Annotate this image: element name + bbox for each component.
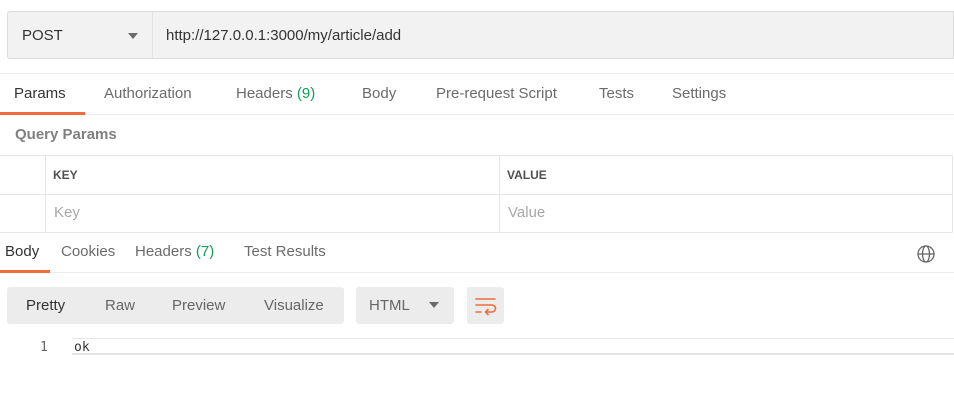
params-table: KEY VALUE Key Value: [0, 155, 953, 233]
tab-pre-request-script[interactable]: Pre-request Script: [436, 74, 557, 115]
tab-authorization[interactable]: Authorization: [104, 74, 192, 115]
url-input[interactable]: http://127.0.0.1:3000/my/article/add: [152, 11, 954, 59]
format-select[interactable]: HTML: [356, 287, 454, 324]
view-mode-pretty[interactable]: Pretty: [26, 287, 65, 324]
tab-label: Headers: [236, 85, 293, 102]
view-mode-preview[interactable]: Preview: [172, 287, 225, 324]
tab-label: Settings: [672, 85, 727, 102]
format-label: HTML: [369, 297, 410, 314]
key-input[interactable]: Key: [54, 204, 80, 221]
response-tabs: Body Cookies Headers (7) Test Results: [0, 233, 954, 273]
tab-cookies[interactable]: Cookies: [61, 233, 115, 272]
view-mode-visualize[interactable]: Visualize: [264, 287, 324, 324]
value-input[interactable]: Value: [508, 204, 545, 221]
current-line-highlight: [72, 338, 954, 355]
response-text: ok: [74, 340, 90, 355]
tab-label: Body: [5, 243, 40, 260]
tab-params[interactable]: Params: [14, 74, 66, 115]
value-column-header: VALUE: [507, 168, 547, 182]
tab-response-headers[interactable]: Headers (7): [135, 233, 214, 272]
request-tabs: Params Authorization Headers (9) Body Pr…: [0, 73, 954, 115]
wrap-lines-icon: [475, 298, 497, 316]
query-params-title: Query Params: [15, 126, 117, 143]
url-text: http://127.0.0.1:3000/my/article/add: [166, 26, 402, 44]
tab-label: Body: [362, 85, 397, 102]
tab-count: (9): [296, 85, 316, 102]
chevron-down-icon: [429, 302, 439, 308]
key-column-header: KEY: [53, 168, 78, 182]
globe-icon[interactable]: [916, 244, 936, 264]
chevron-down-icon: [128, 33, 138, 39]
view-mode-raw[interactable]: Raw: [105, 287, 135, 324]
wrap-lines-button[interactable]: [467, 287, 504, 324]
method-select[interactable]: POST: [7, 11, 152, 59]
tab-label: Cookies: [61, 243, 116, 260]
tab-label: Pre-request Script: [436, 85, 557, 102]
tab-tests[interactable]: Tests: [599, 74, 634, 115]
tab-body[interactable]: Body: [362, 74, 396, 115]
row-divider: [0, 194, 952, 195]
tab-settings[interactable]: Settings: [672, 74, 726, 115]
view-mode-selector: Pretty Raw Preview Visualize: [7, 287, 344, 324]
tab-label: Headers: [135, 243, 192, 260]
tab-label: Authorization: [104, 85, 192, 102]
tab-count: (7): [195, 243, 215, 260]
tab-label: Tests: [599, 85, 635, 102]
response-body-editor[interactable]: 1 ok: [0, 337, 954, 357]
active-tab-indicator: [0, 112, 85, 115]
method-label: POST: [22, 26, 63, 44]
tab-label: Test Results: [244, 243, 326, 260]
active-tab-indicator: [0, 270, 50, 273]
tab-response-body[interactable]: Body: [5, 233, 39, 272]
tab-label: Params: [14, 85, 66, 102]
tab-test-results[interactable]: Test Results: [244, 233, 326, 272]
request-bar: POST http://127.0.0.1:3000/my/article/ad…: [7, 11, 954, 59]
line-number: 1: [40, 340, 48, 355]
tab-headers[interactable]: Headers (9): [236, 74, 315, 115]
